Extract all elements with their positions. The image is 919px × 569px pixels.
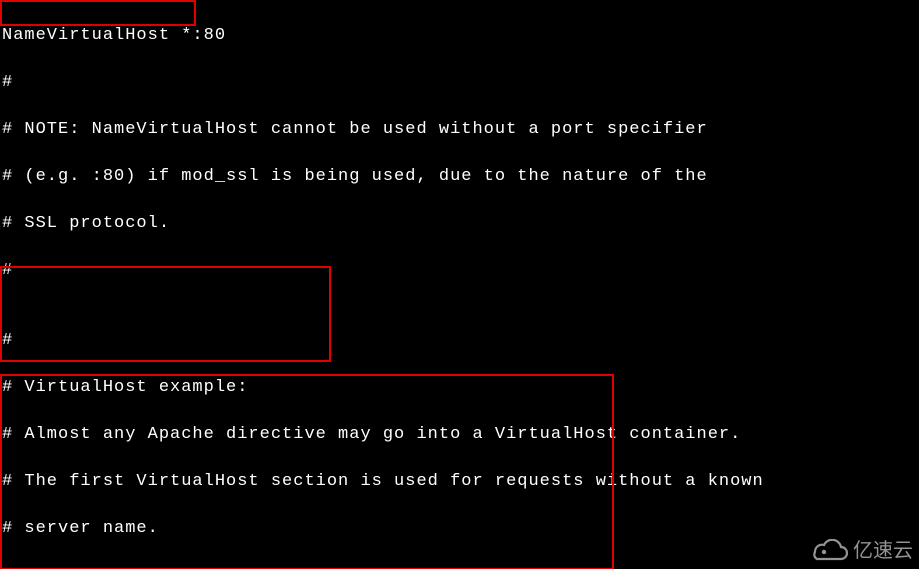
config-line: NameVirtualHost *:80	[2, 24, 917, 48]
config-line: #	[2, 71, 917, 95]
cloud-icon	[807, 539, 851, 565]
terminal-output: NameVirtualHost *:80 # # NOTE: NameVirtu…	[0, 0, 919, 569]
config-line: # Almost any Apache directive may go int…	[2, 423, 917, 447]
config-line: # SSL protocol.	[2, 212, 917, 236]
config-line: # server name.	[2, 517, 917, 541]
config-line: # VirtualHost example:	[2, 376, 917, 400]
config-line: # NOTE: NameVirtualHost cannot be used w…	[2, 118, 917, 142]
config-line: #	[2, 329, 917, 353]
config-line: # The first VirtualHost section is used …	[2, 470, 917, 494]
config-line: #	[2, 564, 917, 569]
watermark: 亿速云	[807, 539, 913, 565]
config-line: # (e.g. :80) if mod_ssl is being used, d…	[2, 165, 917, 189]
config-line: #	[2, 259, 917, 283]
watermark-text: 亿速云	[853, 540, 913, 564]
